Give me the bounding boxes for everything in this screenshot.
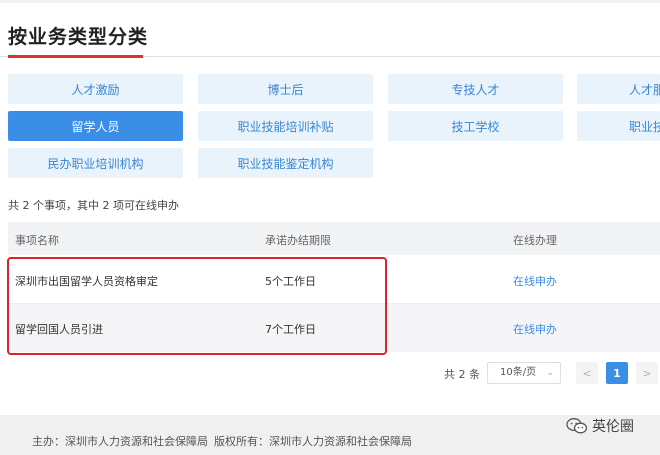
category-tile[interactable]: 职业技能培训补贴 bbox=[198, 111, 373, 141]
item-name: 深圳市出国留学人员资格审定 bbox=[15, 275, 158, 288]
item-deadline: 7个工作日 bbox=[265, 323, 316, 336]
prev-page-button[interactable]: < bbox=[576, 362, 598, 384]
result-summary: 共 2 个事项，其中 2 项可在线申办 bbox=[8, 199, 179, 212]
title-underline bbox=[8, 55, 143, 58]
table-row: 留学回国人员引进 7个工作日 在线申办 bbox=[8, 304, 660, 352]
column-header-online: 在线办理 bbox=[513, 234, 557, 247]
category-tile[interactable]: 人才激励 bbox=[8, 74, 183, 104]
footer: 主办：深圳市人力资源和社会保障局 版权所有：深圳市人力资源和社会保障局 bbox=[0, 415, 660, 455]
column-header-name: 事项名称 bbox=[15, 234, 59, 247]
pagination-total: 共 2 条 bbox=[444, 368, 480, 381]
page-title: 按业务类型分类 bbox=[8, 26, 149, 48]
category-tile[interactable]: 专技人才 bbox=[388, 74, 563, 104]
next-page-button[interactable]: > bbox=[636, 362, 658, 384]
page-size-value: 10条/页 bbox=[500, 367, 537, 378]
watermark: 英伦圈 bbox=[566, 416, 634, 436]
top-strip bbox=[0, 0, 660, 3]
category-tile[interactable]: 民办职业培训机构 bbox=[8, 148, 183, 178]
watermark-text: 英伦圈 bbox=[592, 419, 634, 435]
column-header-deadline: 承诺办结期限 bbox=[265, 234, 331, 247]
category-tile-active[interactable]: 留学人员 bbox=[8, 111, 183, 141]
table-row: 深圳市出国留学人员资格审定 5个工作日 在线申办 bbox=[8, 256, 660, 304]
page-size-select[interactable]: 10条/页 ⌄ bbox=[487, 362, 561, 384]
page-number-current[interactable]: 1 bbox=[606, 362, 628, 384]
category-tile[interactable]: 技工学校 bbox=[388, 111, 563, 141]
item-deadline: 5个工作日 bbox=[265, 275, 316, 288]
footer-host: 主办：深圳市人力资源和社会保障局 bbox=[32, 435, 208, 448]
chevron-down-icon: ⌄ bbox=[546, 368, 554, 378]
wechat-icon bbox=[566, 418, 588, 434]
apply-online-link[interactable]: 在线申办 bbox=[513, 273, 557, 289]
category-tile[interactable]: 博士后 bbox=[198, 74, 373, 104]
footer-copyright: 版权所有：深圳市人力资源和社会保障局 bbox=[214, 435, 412, 448]
item-name: 留学回国人员引进 bbox=[15, 323, 103, 336]
apply-online-link[interactable]: 在线申办 bbox=[513, 321, 557, 337]
table-header: 事项名称 承诺办结期限 在线办理 bbox=[8, 222, 660, 255]
category-tile[interactable]: 职业技能鉴定机构 bbox=[198, 148, 373, 178]
category-tile[interactable]: 职业技 bbox=[577, 111, 660, 141]
category-tile[interactable]: 人才服 bbox=[577, 74, 660, 104]
